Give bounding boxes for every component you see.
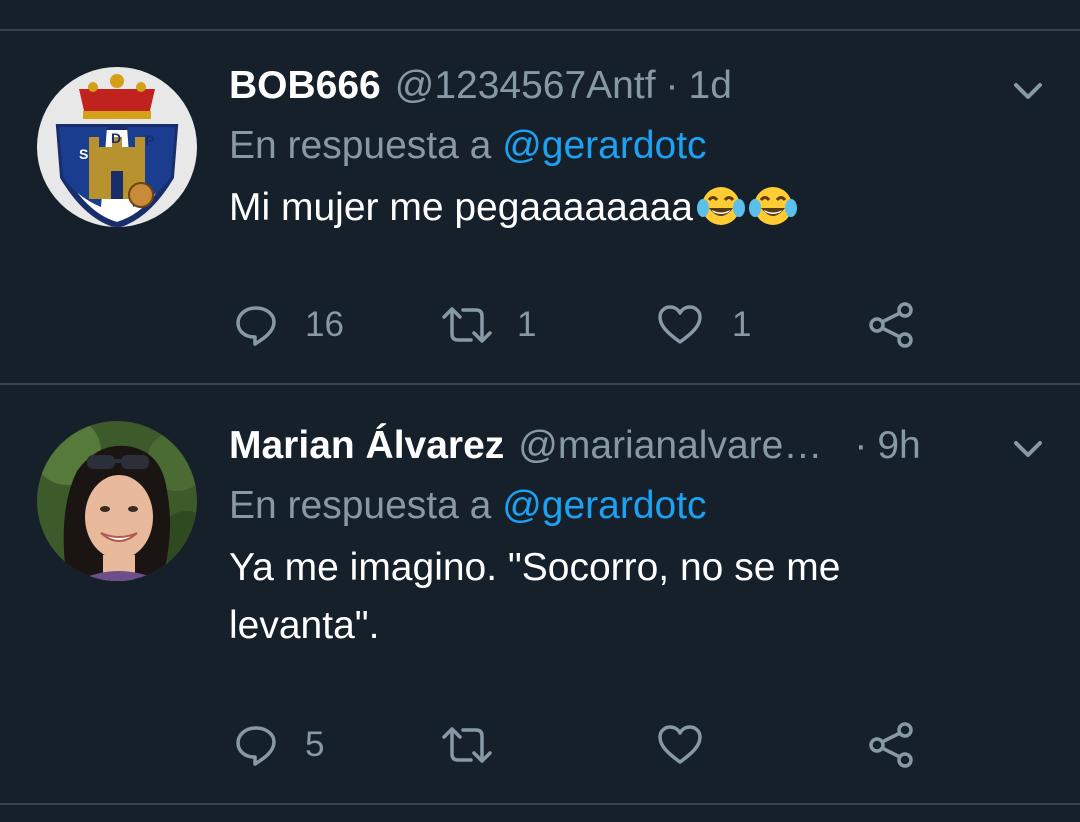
reply-icon: [236, 306, 276, 346]
separator-dot: ·: [854, 424, 868, 467]
reply-icon: [236, 726, 276, 766]
tweet-text-line-1: Ya me imagino. "Socorro, no se me: [229, 546, 841, 589]
tweet-actions: 16 1 1: [229, 300, 949, 350]
chevron-down-icon[interactable]: [1008, 429, 1048, 469]
face-with-tears-of-joy-icon: [748, 187, 797, 225]
author-handle[interactable]: @1234567Antf: [395, 61, 656, 111]
tweet-marian-alvarez[interactable]: Marian Álvarez @marianalvare… · 9h En re…: [0, 385, 1080, 803]
reply-mention-link[interactable]: @gerardotc: [502, 124, 706, 167]
reply-context: En respuesta a @gerardotc: [229, 481, 1050, 531]
avatar[interactable]: [37, 421, 197, 581]
timestamp[interactable]: 9h: [877, 421, 920, 471]
bottom-divider: [0, 803, 1080, 805]
reply-context: En respuesta a @gerardotc: [229, 121, 1050, 171]
tweet-text: Mi mujer me pegaaaaaaaa: [229, 179, 1050, 237]
separator-dot: ·: [665, 64, 679, 107]
tweet-text-line-2: levanta".: [229, 604, 380, 647]
reply-prefix: En respuesta a: [229, 484, 492, 527]
retweet-button[interactable]: 1: [439, 300, 536, 350]
like-button[interactable]: 1: [656, 300, 751, 350]
share-button[interactable]: [867, 300, 917, 350]
like-count: 1: [732, 305, 752, 344]
svg-text:D: D: [111, 130, 121, 146]
heart-icon: [658, 725, 702, 764]
profile-photo-avatar-icon: [37, 421, 197, 581]
tweet-header: BOB666 @1234567Antf · 1d: [229, 61, 1050, 111]
share-icon: [869, 302, 913, 348]
retweet-icon: [442, 727, 492, 763]
author-name[interactable]: BOB666: [229, 61, 381, 111]
svg-text:P: P: [145, 132, 154, 148]
reply-count: 16: [305, 305, 344, 344]
retweet-icon: [442, 307, 492, 343]
author-name[interactable]: Marian Álvarez: [229, 421, 504, 471]
reply-button[interactable]: 5: [233, 720, 324, 770]
avatar[interactable]: S D P: [37, 67, 197, 227]
retweet-count: 1: [517, 305, 537, 344]
club-crest-avatar-icon: S D P: [37, 67, 197, 227]
face-with-tears-of-joy-icon: [696, 187, 745, 225]
reply-mention-link[interactable]: @gerardotc: [502, 484, 706, 527]
retweet-button[interactable]: [439, 720, 521, 770]
reply-count: 5: [305, 725, 325, 764]
author-handle[interactable]: @marianalvare…: [518, 421, 822, 471]
timestamp[interactable]: 1d: [689, 61, 732, 111]
tweet-header: Marian Álvarez @marianalvare… · 9h: [229, 421, 1050, 471]
tweet-text: Ya me imagino. "Socorro, no se me levant…: [229, 539, 1050, 655]
reply-button[interactable]: 16: [233, 300, 344, 350]
share-icon: [869, 722, 913, 768]
heart-icon: [658, 305, 702, 344]
reply-prefix: En respuesta a: [229, 124, 492, 167]
tweet-text-body: Mi mujer me pegaaaaaaaa: [229, 186, 693, 229]
tweet-bob666[interactable]: S D P BOB666 @1234567Antf · 1d En respue…: [0, 31, 1080, 383]
chevron-down-icon[interactable]: [1008, 71, 1048, 111]
like-button[interactable]: [656, 720, 730, 770]
svg-text:S: S: [79, 146, 88, 162]
tweet-actions: 5: [229, 720, 949, 770]
share-button[interactable]: [867, 720, 917, 770]
